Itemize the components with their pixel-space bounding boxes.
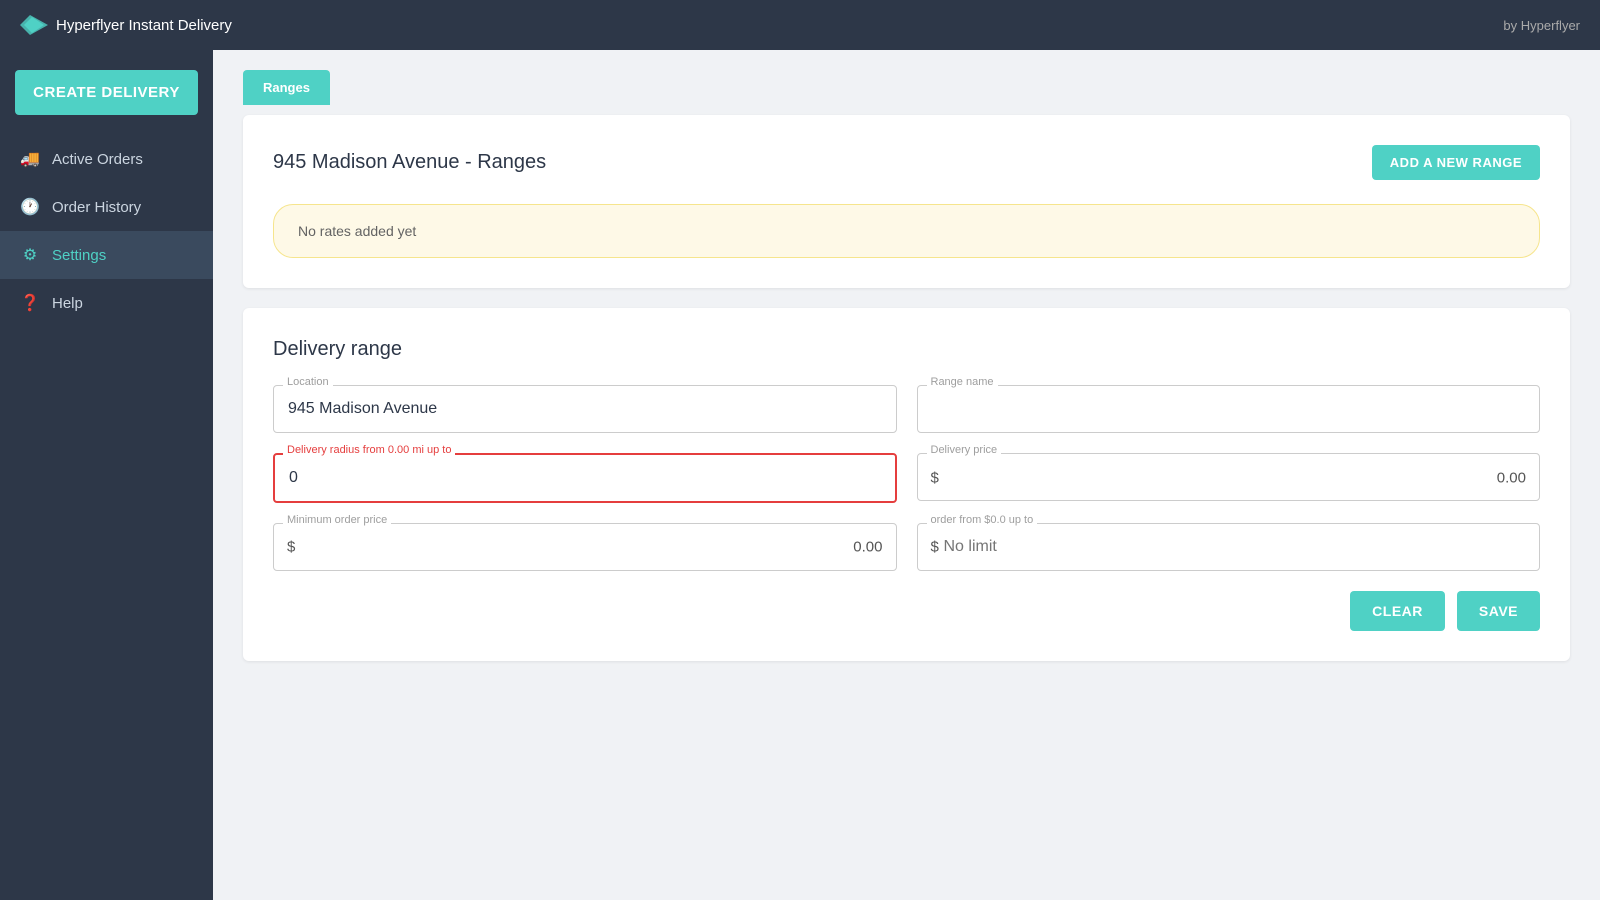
- form-row-3: Minimum order price $ 0.00 order from $0…: [273, 523, 1540, 571]
- delivery-range-card: Delivery range Location Range name Deliv…: [243, 308, 1570, 661]
- sidebar-item-help[interactable]: ❓ Help: [0, 279, 213, 327]
- delivery-price-prefix: $: [931, 470, 939, 487]
- location-input[interactable]: [273, 385, 897, 433]
- brand-icon: [20, 15, 48, 35]
- form-actions: CLEAR SAVE: [273, 591, 1540, 631]
- location-field: Location: [273, 385, 897, 433]
- sidebar: CREATE DELIVERY 🚚 Active Orders 🕐 Order …: [0, 50, 213, 900]
- topbar-right: by Hyperflyer: [1503, 18, 1580, 33]
- topbar: Hyperflyer Instant Delivery by Hyperflye…: [0, 0, 1600, 50]
- ranges-title: 945 Madison Avenue - Ranges: [273, 151, 546, 174]
- range-name-input[interactable]: [917, 385, 1541, 433]
- min-order-label: Minimum order price: [283, 514, 391, 526]
- sidebar-item-settings[interactable]: ⚙ Settings: [0, 231, 213, 279]
- save-button[interactable]: SAVE: [1457, 591, 1540, 631]
- delivery-price-input[interactable]: [917, 453, 1541, 501]
- delivery-radius-input[interactable]: [273, 453, 897, 503]
- min-order-input[interactable]: [273, 523, 897, 571]
- help-icon: ❓: [20, 293, 40, 313]
- range-name-field: Range name: [917, 385, 1541, 433]
- delivery-range-title: Delivery range: [273, 338, 1540, 361]
- brand-name: Hyperflyer Instant Delivery: [56, 17, 232, 34]
- sidebar-label-help: Help: [52, 295, 83, 312]
- no-rates-text: No rates added yet: [298, 223, 416, 239]
- main-content: Ranges 945 Madison Avenue - Ranges ADD A…: [213, 50, 1600, 900]
- ranges-card: 945 Madison Avenue - Ranges ADD A NEW RA…: [243, 115, 1570, 288]
- form-row-2: Delivery radius from 0.00 mi up to Deliv…: [273, 453, 1540, 503]
- min-order-prefix: $: [287, 539, 295, 556]
- sidebar-label-order-history: Order History: [52, 199, 141, 216]
- tab-bar: Ranges: [243, 70, 1570, 105]
- ranges-card-header: 945 Madison Avenue - Ranges ADD A NEW RA…: [273, 145, 1540, 180]
- delivery-price-field: Delivery price $ 0.00: [917, 453, 1541, 503]
- range-name-label: Range name: [927, 376, 998, 388]
- location-label: Location: [283, 376, 333, 388]
- sidebar-item-order-history[interactable]: 🕐 Order History: [0, 183, 213, 231]
- min-order-field: Minimum order price $ 0.00: [273, 523, 897, 571]
- delivery-price-value: 0.00: [1497, 470, 1526, 487]
- delivery-radius-field: Delivery radius from 0.00 mi up to: [273, 453, 897, 503]
- clear-button[interactable]: CLEAR: [1350, 591, 1445, 631]
- min-order-value: 0.00: [853, 539, 882, 556]
- form-row-1: Location Range name: [273, 385, 1540, 433]
- order-upto-field: order from $0.0 up to $: [917, 523, 1541, 571]
- gear-icon: ⚙: [20, 245, 40, 265]
- order-upto-label: order from $0.0 up to: [927, 514, 1038, 526]
- sidebar-item-active-orders[interactable]: 🚚 Active Orders: [0, 135, 213, 183]
- brand: Hyperflyer Instant Delivery: [20, 15, 232, 35]
- no-rates-banner: No rates added yet: [273, 204, 1540, 258]
- sidebar-label-settings: Settings: [52, 247, 106, 264]
- delivery-radius-label: Delivery radius from 0.00 mi up to: [283, 444, 455, 456]
- truck-icon: 🚚: [20, 149, 40, 169]
- clock-icon: 🕐: [20, 197, 40, 217]
- sidebar-label-active-orders: Active Orders: [52, 151, 143, 168]
- delivery-price-label: Delivery price: [927, 444, 1002, 456]
- order-upto-input[interactable]: [917, 523, 1541, 571]
- add-range-button[interactable]: ADD A NEW RANGE: [1372, 145, 1540, 180]
- order-upto-prefix: $: [931, 539, 939, 556]
- create-delivery-button[interactable]: CREATE DELIVERY: [15, 70, 198, 115]
- tab-ranges[interactable]: Ranges: [243, 70, 330, 105]
